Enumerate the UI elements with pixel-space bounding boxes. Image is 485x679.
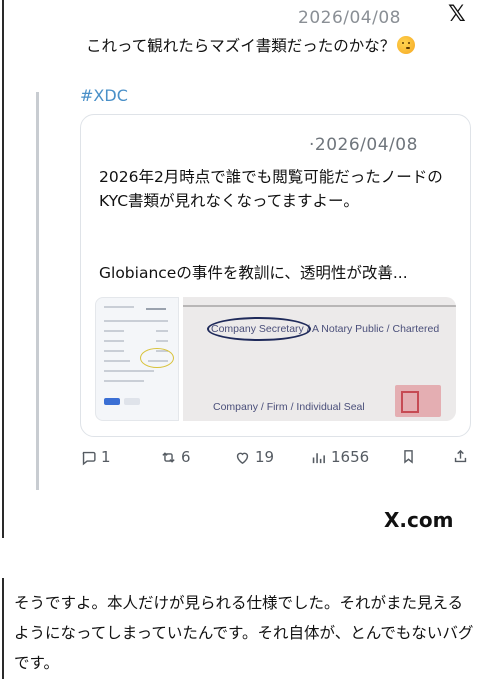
retweet-button[interactable]: 6 (160, 448, 191, 466)
x-com-watermark: X.com (384, 508, 454, 532)
views-button[interactable]: 1656 (310, 448, 369, 466)
reply-count: 1 (101, 448, 111, 466)
tweet-text: これって観れたらマズイ書類だったのかな？ (86, 34, 416, 56)
quoted-tweet-date: ·2026/04/08 (309, 135, 418, 155)
quoted-image-1[interactable] (95, 297, 179, 421)
views-count: 1656 (331, 448, 370, 466)
quoted-tweet-card[interactable]: ·2026/04/08 2026年2月時点で誰でも閲覧可能だったノードのKYC書… (80, 114, 471, 437)
document-text-seal: Company / Firm / Individual Seal (213, 401, 365, 413)
bookmark-icon (404, 450, 413, 464)
like-count: 19 (255, 448, 275, 466)
hashtag-link[interactable]: #XDC (80, 86, 128, 105)
reply-icon (82, 451, 96, 465)
document-highlight-oval (207, 317, 311, 341)
thumb-button-icon (104, 398, 120, 405)
bookmark-button[interactable] (400, 448, 421, 465)
screenshot-frame: 2026/04/08 𝕏 これって観れたらマズイ書類だったのかな？ #XDC ·… (0, 0, 485, 679)
quoted-tweet-text: 2026年2月時点で誰でも閲覧可能だったノードのKYC書類が見れなくなってますよ… (99, 168, 443, 210)
tweet-text-body: これって観れたらマズイ書類だったのかな？ (86, 37, 396, 55)
quoted-image-2[interactable]: Company Secretary / A Notary Public / Ch… (183, 297, 456, 421)
views-chart-icon (312, 452, 325, 463)
share-button[interactable] (452, 448, 473, 465)
like-button[interactable]: 19 (234, 448, 274, 466)
retweet-icon (162, 451, 175, 463)
tweet-date: 2026/04/08 (298, 8, 401, 28)
highlight-circle (140, 348, 174, 368)
retweet-count: 6 (181, 448, 191, 466)
reply-text: そうですよ。本人だけが見られる仕様でした。それがまた見えるようになってしまってい… (14, 594, 474, 672)
share-icon (454, 449, 467, 463)
thinking-face-icon (397, 36, 416, 54)
quoted-tweet-text-continued: Globianceの事件を教訓に、透明性が改善... (99, 264, 408, 282)
thread-line (36, 92, 39, 490)
heart-icon (236, 452, 249, 464)
action-bar: 1 6 19 1656 (80, 448, 472, 474)
seal-stamp-icon (395, 385, 441, 417)
reply-button[interactable]: 1 (80, 448, 111, 466)
separator (0, 538, 485, 578)
x-logo-icon[interactable]: 𝕏 (448, 4, 470, 26)
thumb-button-secondary-icon (124, 398, 140, 405)
